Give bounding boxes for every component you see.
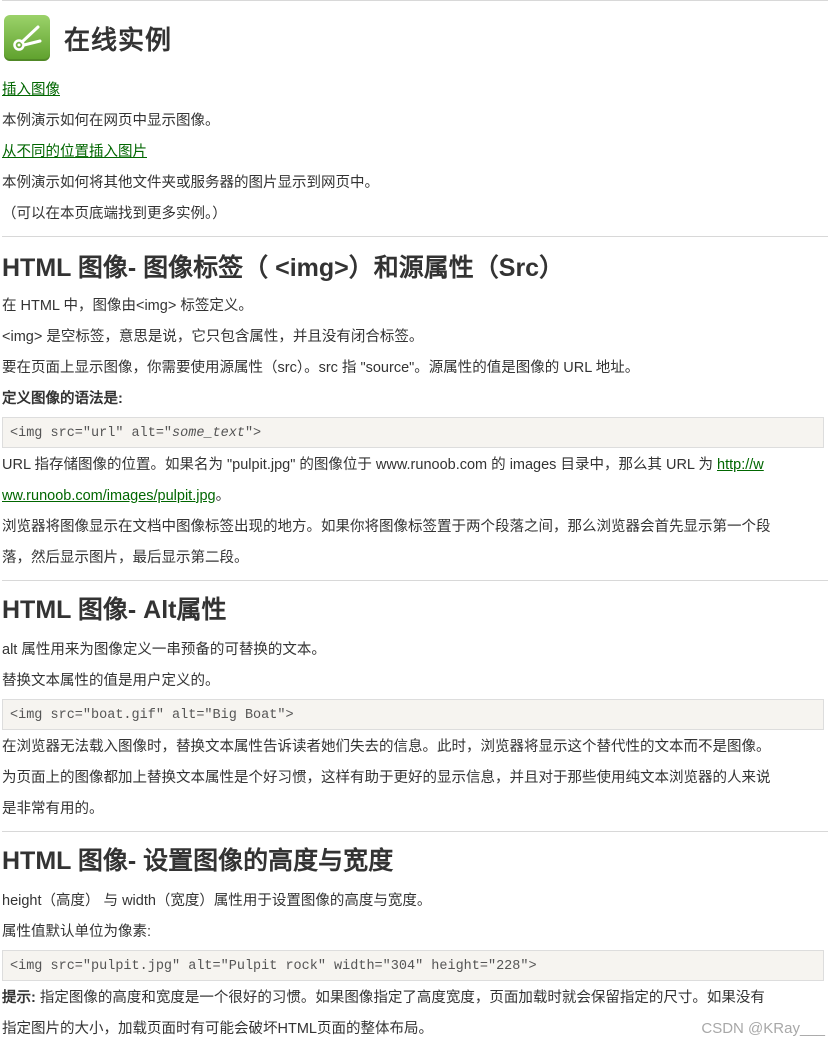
section-heading-alt: HTML 图像- Alt属性 xyxy=(2,596,227,624)
tutorial-page: 在线实例 插入图像 本例演示如何在网页中显示图像。 从不同的位置插入图片 本例演… xyxy=(0,0,828,1045)
more-examples-note: （可以在本页底端找到更多实例。） xyxy=(2,206,227,222)
divider xyxy=(2,580,828,581)
section-heading-img-tag: HTML 图像- 图像标签（ <img>）和源属性（Src） xyxy=(2,254,565,282)
section1-paragraph-1: 在 HTML 中，图像由<img> 标签定义。 xyxy=(2,298,253,314)
section2-paragraph-3: 在浏览器无法载入图像时，替换文本属性告诉读者她们失去的信息。此时，浏览器将显示这… xyxy=(2,739,771,817)
scissors-logo-icon xyxy=(4,15,50,61)
syntax-label: 定义图像的语法是: xyxy=(2,391,123,407)
code-block-alt: <img src="boat.gif" alt="Big Boat"> xyxy=(2,699,824,730)
examples-header: 在线实例 xyxy=(2,1,828,75)
divider xyxy=(2,831,828,832)
section1-paragraph-3: 要在页面上显示图像，你需要使用源属性（src）。src 指 "source"。源… xyxy=(2,360,640,376)
example-desc-2: 本例演示如何将其他文件夹或服务器的图片显示到网页中。 xyxy=(2,175,379,191)
example-desc-1: 本例演示如何在网页中显示图像。 xyxy=(2,113,220,129)
insert-image-link[interactable]: 插入图像 xyxy=(2,82,60,98)
examples-title: 在线实例 xyxy=(64,24,173,55)
csdn-watermark: CSDN @KRay___ xyxy=(701,1020,825,1037)
section1-paragraph-2: <img> 是空标签，意思是说，它只包含属性，并且没有闭合标签。 xyxy=(2,329,424,345)
code-block-img-syntax: <img src="url" alt="some_text"> xyxy=(2,417,824,448)
section3-paragraph-2: 属性值默认单位为像素: xyxy=(2,924,152,940)
section1-paragraph-4: URL 指存储图像的位置。如果名为 "pulpit.jpg" 的图像位于 www… xyxy=(2,457,764,504)
section2-paragraph-2: 替换文本属性的值是用户定义的。 xyxy=(2,673,220,689)
section2-paragraph-1: alt 属性用来为图像定义一串预备的可替换的文本。 xyxy=(2,642,326,658)
insert-image-different-location-link[interactable]: 从不同的位置插入图片 xyxy=(2,144,147,160)
section1-paragraph-5: 浏览器将图像显示在文档中图像标签出现的地方。如果你将图像标签置于两个段落之间，那… xyxy=(2,519,771,566)
section-heading-size: HTML 图像- 设置图像的高度与宽度 xyxy=(2,847,394,875)
divider xyxy=(2,236,828,237)
section3-paragraph-1: height（高度） 与 width（宽度）属性用于设置图像的高度与宽度。 xyxy=(2,893,432,909)
code-block-size: <img src="pulpit.jpg" alt="Pulpit rock" … xyxy=(2,950,824,981)
